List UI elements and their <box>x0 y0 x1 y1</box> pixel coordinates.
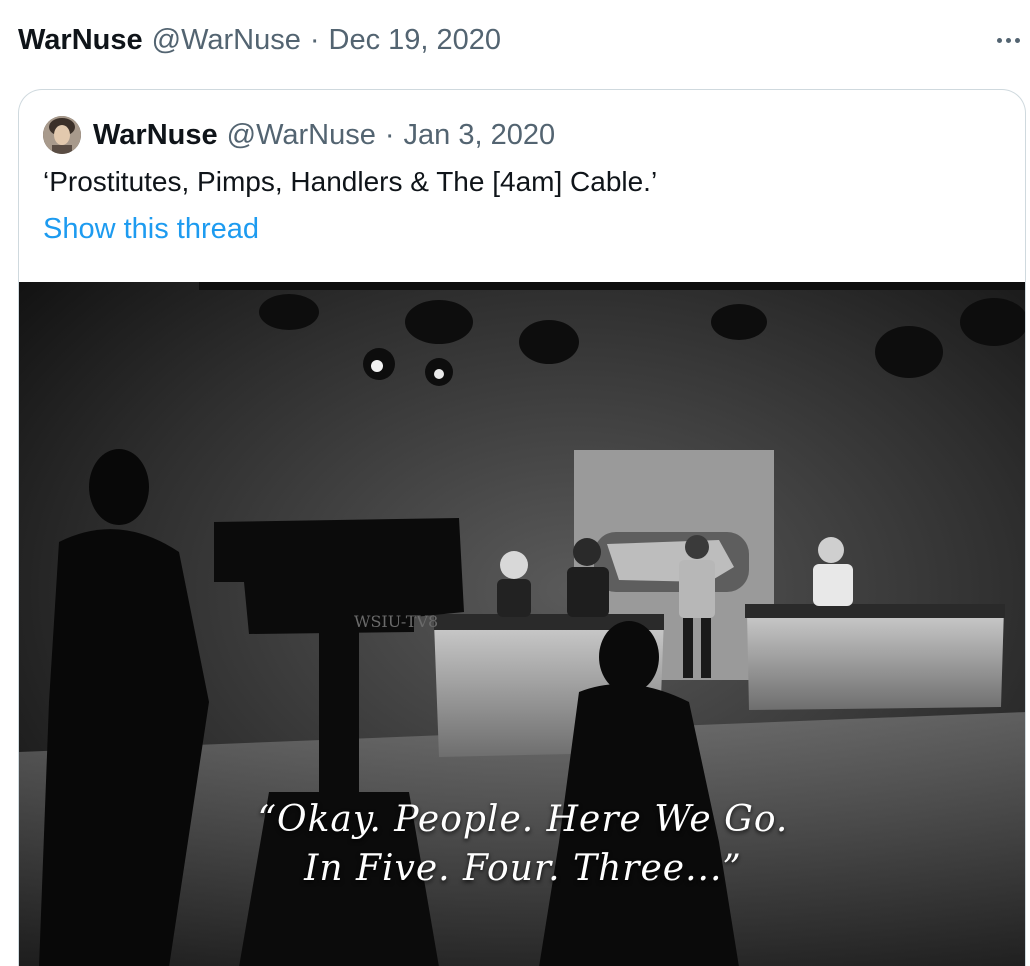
meta-separator: · <box>309 23 320 56</box>
tweet-date[interactable]: Dec 19, 2020 <box>329 24 502 57</box>
meta-separator: · <box>384 118 395 151</box>
quoted-tweet-header: WarNuse @WarNuse · Jan 3, 2020 <box>43 116 555 154</box>
author-name[interactable]: WarNuse <box>18 24 143 57</box>
author-handle[interactable]: @WarNuse <box>152 24 301 57</box>
quoted-tweet-text: ‘Prostitutes, Pimps, Handlers & The [4am… <box>43 166 658 197</box>
quoted-author-name[interactable]: WarNuse <box>93 119 218 152</box>
image-caption-line-2: In Five. Four. Three...” <box>304 848 742 889</box>
quoted-tweet-date[interactable]: Jan 3, 2020 <box>404 119 556 152</box>
avatar[interactable] <box>43 116 81 154</box>
more-options-button[interactable] <box>988 22 1028 58</box>
camera-label: WSIU-TV8 <box>354 612 438 631</box>
ellipsis-icon <box>996 37 1002 43</box>
quoted-tweet-card[interactable]: WarNuse @WarNuse · Jan 3, 2020 ‘Prostitu… <box>18 89 1026 966</box>
image-caption-line-1: “Okay. People. Here We Go. <box>257 799 789 840</box>
show-thread-link[interactable]: Show this thread <box>43 213 259 246</box>
quoted-author-handle[interactable]: @WarNuse <box>227 119 376 152</box>
tweet-image[interactable]: WSIU-TV8 “Okay. People. Here We Go. In F… <box>19 282 1025 966</box>
tweet-header: WarNuse @WarNuse · Dec 19, 2020 <box>18 22 501 58</box>
